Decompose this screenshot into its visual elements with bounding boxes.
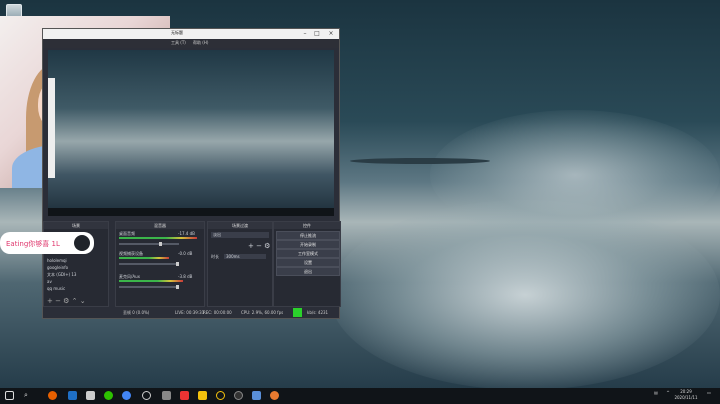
menu-help[interactable]: 帮助 (H) (193, 40, 208, 46)
dropped-frames: 丢帧 0 (0.0%) (123, 310, 150, 315)
mixer-track-db: -17.4 dB (178, 231, 195, 236)
volume-meter (119, 237, 197, 239)
controls-dock-title: 控件 (274, 222, 340, 229)
chevron-up-icon[interactable]: ^ (664, 390, 672, 395)
text-overlay-badge: Eating你够喜 1L (0, 232, 94, 254)
mixer-track-db: -3.8 dB (178, 274, 193, 279)
lenticular-cloud (350, 158, 490, 164)
source-item[interactable]: 文本 (GDI+) 13 (47, 272, 76, 278)
clock-time[interactable]: 20:29 (672, 389, 700, 394)
minimize-icon[interactable]: – (299, 29, 311, 39)
rec-timer: REC: 00:00:00 (203, 310, 232, 315)
add-source-icon[interactable]: + − ⚙ ⌃ ⌄ (47, 297, 86, 305)
settings-button[interactable]: 设置 (276, 258, 340, 267)
mixer-track-db: -0.0 dB (178, 251, 193, 256)
stop-streaming-button[interactable]: 停止推流 (276, 231, 340, 240)
cloud-bright (430, 110, 720, 240)
obs-window[interactable]: 无标题 – □ × 工具 (T) 帮助 (H) 场景 hololemqi goo… (42, 28, 341, 319)
source-item[interactable]: googleinfo (47, 265, 68, 270)
window-titlebar[interactable]: 无标题 – □ × (43, 29, 339, 39)
duration-label: 时长 (211, 254, 219, 259)
transitions-dock: 场景过渡 淡出 + − ⚙ 时长 300ms (207, 221, 273, 307)
wechat-icon[interactable] (104, 391, 113, 400)
source-item[interactable]: qq music (47, 286, 65, 291)
app-icon[interactable] (270, 391, 279, 400)
settings-icon[interactable] (162, 391, 171, 400)
status-bar: 丢帧 0 (0.0%) LIVE: 00:39:31 REC: 00:00:00… (43, 307, 339, 318)
shield-icon[interactable] (86, 391, 95, 400)
source-item[interactable]: av (47, 279, 52, 284)
cloud-icon[interactable] (252, 391, 261, 400)
volume-meter (119, 257, 169, 259)
menu-bar: 工具 (T) 帮助 (H) (43, 39, 339, 48)
chrome-icon[interactable] (122, 391, 131, 400)
preview-cam-edge (48, 78, 55, 178)
transition-select[interactable]: 淡出 (211, 232, 269, 238)
notes-icon[interactable] (198, 391, 207, 400)
clock-date[interactable]: 2020/11/11 (672, 395, 700, 400)
window-title: 无标题 (171, 30, 183, 35)
preview-desktop-image (48, 50, 334, 216)
stream-status-indicator (293, 308, 302, 317)
mixer-dock: 混音器 桌面音频 -17.4 dB 视频捕获设备 -0.0 dB 麦克风/Aux… (115, 221, 205, 307)
notification-icon[interactable]: ▤ (652, 390, 660, 395)
game-icon[interactable] (216, 391, 225, 400)
windows-icon[interactable] (5, 391, 14, 400)
close-icon[interactable]: × (325, 29, 337, 39)
search-icon[interactable]: ⌕ (24, 391, 33, 400)
action-center-icon[interactable]: ▭ (704, 390, 714, 395)
maximize-icon[interactable]: □ (311, 29, 323, 39)
taskbar: ⌕ ▤ ^ 20:29 2020/11/11 ▭ (0, 388, 720, 404)
cpu-fps: CPU: 2.9%, 60.00 fps (241, 310, 284, 315)
source-item[interactable]: hololemqi (47, 258, 67, 263)
avatar (74, 235, 90, 251)
bitrate: kb/s: 4231 (307, 310, 329, 315)
menu-tools[interactable]: 工具 (T) (171, 40, 186, 46)
controls-dock: 控件 停止推流 开始录制 工作室模式 设置 退出 (273, 221, 341, 307)
volume-slider[interactable] (119, 242, 179, 246)
badge-text: Eating你够喜 1L (6, 240, 60, 248)
preview-taskbar (48, 208, 334, 216)
clock-icon[interactable] (142, 391, 151, 400)
obs-icon[interactable] (234, 391, 243, 400)
volume-meter (119, 280, 183, 282)
scenes-dock-title: 场景 (44, 222, 108, 229)
add-remove-transition[interactable]: + − ⚙ (248, 242, 270, 250)
live-timer: LIVE: 00:39:31 (175, 310, 205, 315)
exit-button[interactable]: 退出 (276, 267, 340, 276)
start-recording-button[interactable]: 开始录制 (276, 240, 340, 249)
firefox-icon[interactable] (48, 391, 57, 400)
volume-slider[interactable] (119, 285, 179, 289)
preview-canvas[interactable] (48, 50, 334, 216)
volume-slider[interactable] (119, 262, 179, 266)
duration-input[interactable]: 300ms (224, 254, 266, 259)
studio-mode-button[interactable]: 工作室模式 (276, 249, 340, 258)
mixer-dock-title: 混音器 (116, 222, 204, 229)
transitions-dock-title: 场景过渡 (208, 222, 272, 229)
store-icon[interactable] (68, 391, 77, 400)
music-icon[interactable] (180, 391, 189, 400)
